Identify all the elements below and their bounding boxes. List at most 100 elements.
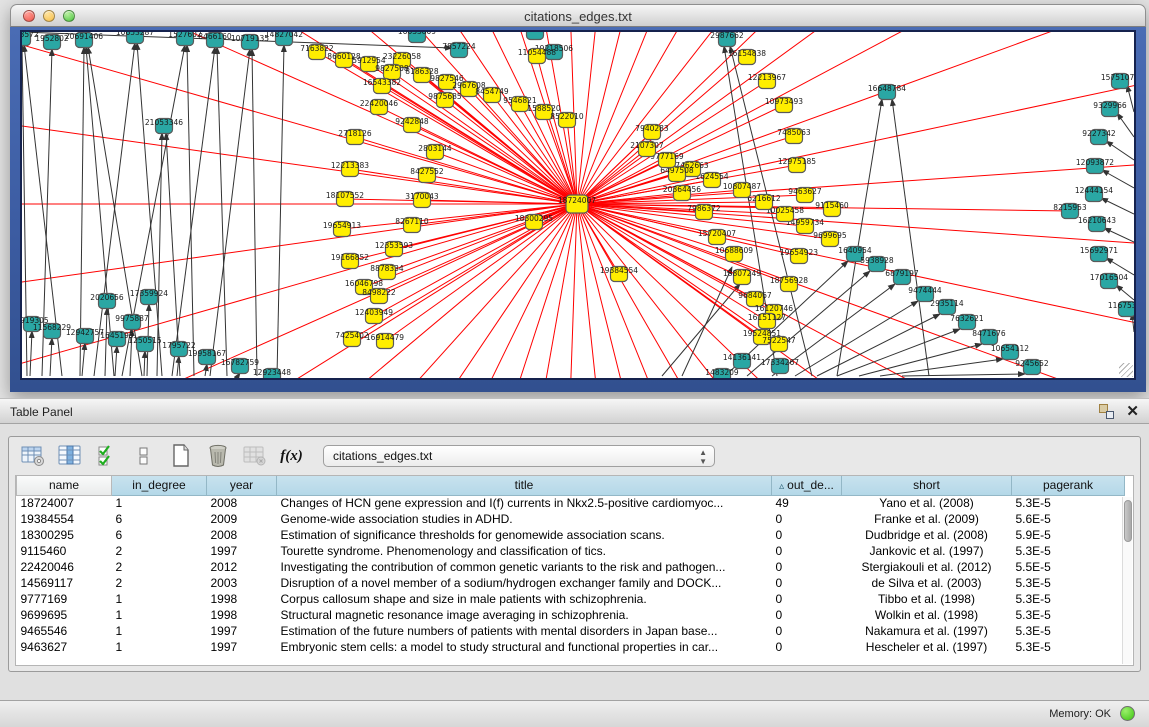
network-node[interactable]: 9699695 <box>813 231 847 247</box>
network-node[interactable]: 9329966 <box>1093 101 1127 117</box>
network-node[interactable]: 9975887 <box>115 314 149 330</box>
row-check-icon[interactable] <box>93 443 120 470</box>
network-node[interactable]: 14136141 <box>723 353 761 369</box>
network-node[interactable]: 15692971 <box>1080 246 1118 262</box>
column-header-short[interactable]: short <box>842 476 1012 495</box>
table-row[interactable]: 977716911998Corpus callosum shape and si… <box>17 591 1125 607</box>
network-node[interactable]: 6497508 <box>660 166 694 182</box>
network-node[interactable]: 17016504 <box>1090 273 1128 289</box>
network-node[interactable]: 12403949 <box>355 308 393 324</box>
network-node[interactable]: 12093872 <box>1076 158 1114 174</box>
network-node[interactable]: 7632621 <box>950 314 984 330</box>
network-node[interactable]: 16914479 <box>366 333 404 349</box>
network-node[interactable]: 1250515 <box>128 336 162 352</box>
network-node[interactable]: 18300295 <box>515 214 553 230</box>
network-node[interactable]: 9227342 <box>1082 129 1116 145</box>
network-node[interactable]: 17334267 <box>761 358 799 374</box>
new-document-icon[interactable] <box>167 443 194 470</box>
black-edge <box>1101 198 1134 214</box>
network-node[interactable]: 2935114 <box>930 299 964 315</box>
table-row[interactable]: 946362711997Embryonic stem cells: a mode… <box>17 639 1125 655</box>
network-node[interactable]: 9115460 <box>815 201 849 217</box>
network-node[interactable]: 8498222 <box>362 288 396 304</box>
network-node[interactable]: 18756928 <box>770 276 808 292</box>
function-icon[interactable]: f(x) <box>278 443 305 470</box>
table-settings-icon[interactable] <box>19 443 46 470</box>
table-cell: 9465546 <box>17 623 112 639</box>
network-node[interactable]: 7857224 <box>442 42 476 58</box>
window-resize-grip[interactable] <box>1119 363 1133 377</box>
network-canvas: 2403572195280220691406106532871527602846… <box>22 32 1134 378</box>
column-header-name[interactable]: name <box>17 476 112 495</box>
table-cell: Stergiakouli et al. (2012) <box>842 559 1012 575</box>
table-row[interactable]: 1872400712008Changes of HCN gene express… <box>17 495 1125 511</box>
table-scrollbar-thumb[interactable] <box>1124 500 1132 542</box>
network-node[interactable]: 16210643 <box>1078 216 1116 232</box>
network-node[interactable]: 8466160 <box>198 32 232 48</box>
network-node[interactable]: 7940283 <box>635 124 669 140</box>
table-row[interactable]: 911546021997Tourette syndrome. Phenomeno… <box>17 543 1125 559</box>
table-row[interactable]: 2242004622012Investigating the contribut… <box>17 559 1125 575</box>
network-node[interactable]: 11675345 <box>1108 301 1134 317</box>
column-header-pagerank[interactable]: pagerank <box>1012 476 1125 495</box>
network-node[interactable]: 21053346 <box>145 118 183 134</box>
memory-status-indicator[interactable] <box>1120 706 1135 721</box>
network-node[interactable]: 19166852 <box>331 253 369 269</box>
column-header-in_degree[interactable]: in_degree <box>112 476 207 495</box>
network-node[interactable]: 11054488 <box>518 48 556 64</box>
network-node[interactable]: 19384554 <box>600 266 638 282</box>
network-node[interactable]: 9245652 <box>1015 359 1049 375</box>
network-node[interactable]: 20364456 <box>663 185 701 201</box>
network-node[interactable]: 19654913 <box>323 221 361 237</box>
network-node[interactable]: 10653287 <box>116 32 154 44</box>
column-header-out_de[interactable]: ▵out_de... <box>772 476 842 495</box>
table-row[interactable]: 1830029562008Estimation of significance … <box>17 527 1125 543</box>
network-node[interactable]: 8878334 <box>370 264 404 280</box>
network-node[interactable]: 8267110 <box>395 217 429 233</box>
network-node[interactable]: 8427552 <box>410 167 444 183</box>
rows-icon[interactable] <box>130 443 157 470</box>
network-node[interactable]: 7425402 <box>335 331 369 347</box>
network-node[interactable]: 22420046 <box>360 99 398 115</box>
network-node[interactable]: 10688609 <box>715 246 753 262</box>
network-node[interactable]: 1952802 <box>35 34 69 50</box>
network-node[interactable]: 18807249 <box>723 269 761 285</box>
network-node[interactable]: 2718126 <box>338 129 372 145</box>
network-node[interactable]: 12444154 <box>1075 186 1113 202</box>
table-row[interactable]: 946554611997Estimation of the future num… <box>17 623 1125 639</box>
network-node[interactable]: 1483209 <box>705 368 739 378</box>
table-row[interactable]: 1456911722003Disruption of a novel membe… <box>17 575 1125 591</box>
network-node[interactable]: 14827042 <box>265 32 303 46</box>
network-node[interactable]: 12923448 <box>253 368 291 378</box>
column-select-icon[interactable] <box>56 443 83 470</box>
float-panel-icon[interactable] <box>1099 404 1114 419</box>
import-table-icon[interactable] <box>241 443 268 470</box>
table-scrollbar[interactable] <box>1122 497 1132 664</box>
column-header-year[interactable]: year <box>207 476 277 495</box>
network-node[interactable]: 2987662 <box>710 32 744 47</box>
network-node[interactable]: 16648784 <box>868 84 906 100</box>
table-selector-dropdown[interactable]: citations_edges.txt ▲▼ <box>323 445 715 467</box>
network-node[interactable]: 2020656 <box>90 293 124 309</box>
network-node[interactable]: 8471676 <box>972 329 1006 345</box>
network-node[interactable]: 10973493 <box>765 97 803 113</box>
network-node[interactable]: 20691406 <box>65 32 103 48</box>
network-node[interactable]: 12213967 <box>748 73 786 89</box>
network-node[interactable]: 1527602 <box>168 32 202 46</box>
network-node[interactable]: 7522547 <box>762 336 796 352</box>
network-node[interactable]: 3170043 <box>405 192 439 208</box>
network-node[interactable]: 10719135 <box>231 34 269 50</box>
network-node[interactable]: 15720407 <box>698 229 736 245</box>
table-row[interactable]: 969969511998Structural magnetic resonanc… <box>17 607 1125 623</box>
network-node[interactable]: 6879197 <box>885 269 919 285</box>
column-header-title[interactable]: title <box>277 476 772 495</box>
table-row[interactable]: 1938455462009Genome-wide association stu… <box>17 511 1125 527</box>
network-node[interactable]: 19654923 <box>780 248 818 264</box>
network-node[interactable]: 7485063 <box>777 128 811 144</box>
delete-icon[interactable] <box>204 443 231 470</box>
network-node[interactable]: 12353593 <box>375 241 413 257</box>
close-panel-icon[interactable]: ✕ <box>1126 404 1139 419</box>
network-node[interactable]: 12975185 <box>778 157 816 173</box>
network-window-titlebar[interactable]: citations_edges.txt <box>10 4 1146 27</box>
table-cell: 1997 <box>207 623 277 639</box>
